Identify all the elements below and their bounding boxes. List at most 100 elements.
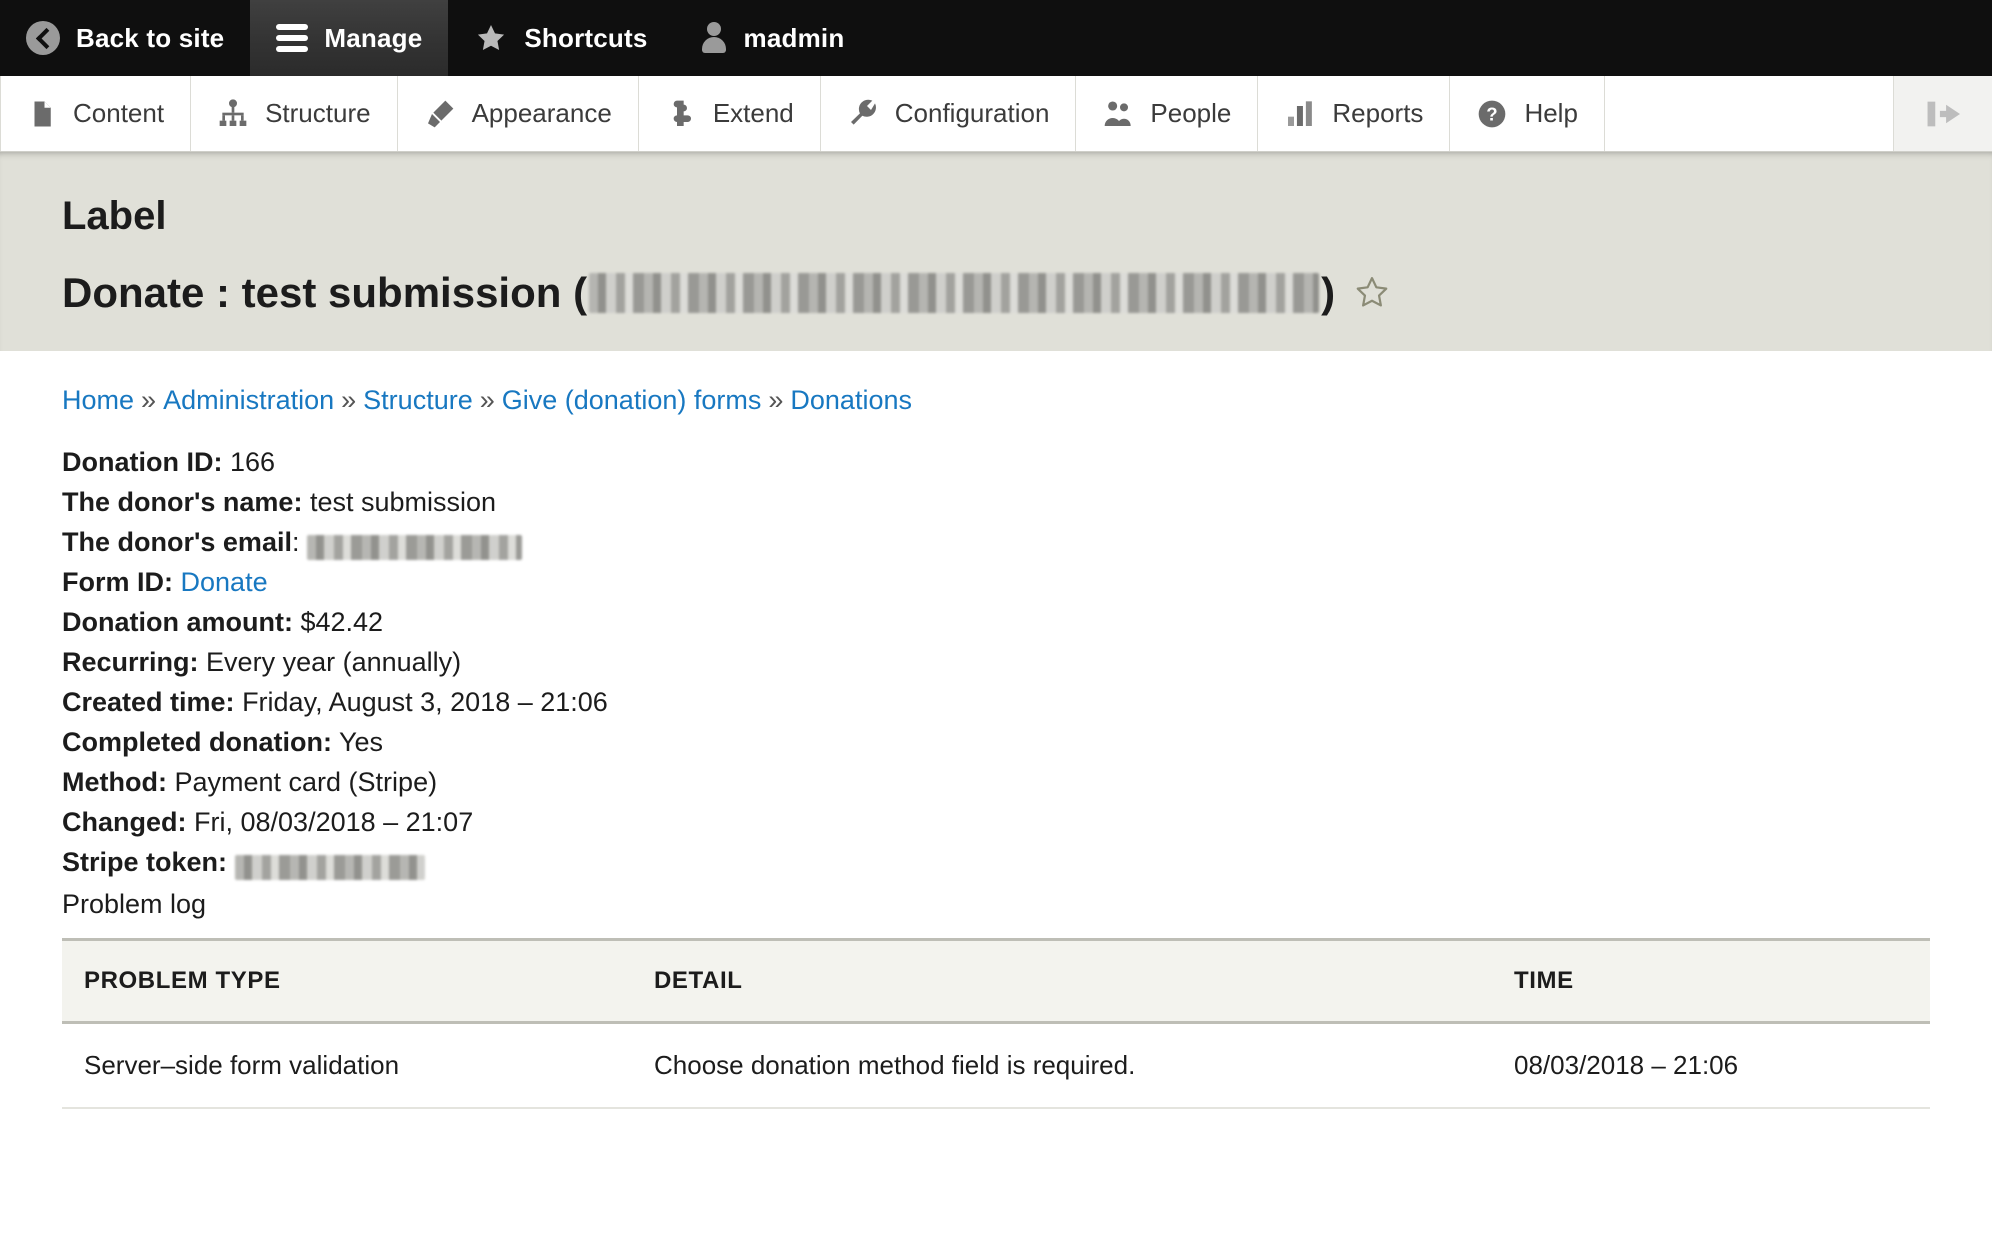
menu-item-label: Help [1524, 98, 1577, 129]
toolbar-item-shortcuts[interactable]: Shortcuts [448, 0, 673, 76]
menu-item-label: Appearance [472, 98, 612, 129]
field-value: test submission [310, 487, 496, 517]
field-value: Every year (annually) [206, 647, 461, 677]
page-title-prefix: Donate : test submission ( [62, 269, 587, 317]
menu-item-label: Structure [265, 98, 371, 129]
svg-text:?: ? [1487, 103, 1498, 124]
redacted-donor-email [307, 535, 522, 560]
menu-item-label: People [1150, 98, 1231, 129]
redacted-stripe-token [235, 855, 425, 880]
menu-item-label: Configuration [895, 98, 1050, 129]
field-value: Friday, August 3, 2018 – 21:06 [242, 687, 608, 717]
menu-filler [1605, 76, 1894, 151]
document-icon [27, 98, 57, 130]
field-donation-amount: Donation amount: $42.42 [62, 602, 1930, 642]
field-value: 166 [230, 447, 275, 477]
toolbar-item-label: Back to site [76, 23, 224, 54]
field-created-time: Created time: Friday, August 3, 2018 – 2… [62, 682, 1930, 722]
breadcrumb-item-donations[interactable]: Donations [790, 385, 912, 415]
field-changed: Changed: Fri, 08/03/2018 – 21:07 [62, 802, 1930, 842]
question-mark-icon: ? [1476, 98, 1508, 130]
toolbar-item-label: Shortcuts [524, 23, 647, 54]
field-label: Recurring: [62, 647, 199, 677]
table-row: Server–side form validation Choose donat… [62, 1023, 1930, 1109]
collapse-toolbar-icon [1921, 97, 1965, 131]
admin-toolbar: Back to site Manage Shortcuts madmin [0, 0, 1992, 76]
star-icon [474, 22, 508, 55]
breadcrumb-item-give-donation-forms[interactable]: Give (donation) forms [502, 385, 762, 415]
field-value: Payment card (Stripe) [174, 767, 437, 797]
collapse-toolbar-button[interactable] [1894, 76, 1992, 151]
field-value: Fri, 08/03/2018 – 21:07 [194, 807, 473, 837]
field-stripe-token: Stripe token: [62, 842, 1930, 882]
toolbar-item-back-to-site[interactable]: Back to site [0, 0, 250, 76]
field-value: Yes [339, 727, 383, 757]
page-content: Home»Administration»Structure»Give (dona… [0, 351, 1992, 1109]
field-form-id: Form ID: Donate [62, 562, 1930, 602]
redacted-email-title [589, 273, 1319, 313]
puzzle-piece-icon [665, 98, 697, 130]
page-title: Donate : test submission ( ) [62, 269, 1335, 317]
menu-item-people[interactable]: People [1076, 76, 1258, 151]
problem-log-table: PROBLEM TYPE DETAIL TIME Server–side for… [62, 938, 1930, 1109]
menu-item-extend[interactable]: Extend [639, 76, 821, 151]
field-label: Created time: [62, 687, 235, 717]
field-value: Donate [181, 567, 268, 597]
field-label: Method: [62, 767, 167, 797]
back-circle-icon [26, 21, 60, 55]
field-label: Donation amount: [62, 607, 293, 637]
menu-item-label: Content [73, 98, 164, 129]
field-method: Method: Payment card (Stripe) [62, 762, 1930, 802]
breadcrumb-separator: » [480, 385, 495, 415]
breadcrumb-separator: » [768, 385, 783, 415]
toolbar-item-label: Manage [324, 23, 422, 54]
breadcrumb: Home»Administration»Structure»Give (dona… [62, 385, 1930, 416]
field-label: The donor's name: [62, 487, 302, 517]
admin-menu-bar: Content Structure Appearance [0, 76, 1992, 152]
page-header-band: Label Donate : test submission ( ) [0, 152, 1992, 351]
page-title-row: Donate : test submission ( ) [62, 269, 1992, 317]
field-recurring: Recurring: Every year (annually) [62, 642, 1930, 682]
menu-item-appearance[interactable]: Appearance [398, 76, 639, 151]
field-label: Stripe token: [62, 847, 227, 877]
breadcrumb-item-structure[interactable]: Structure [363, 385, 473, 415]
column-header-time: TIME [1492, 940, 1930, 1023]
menu-item-reports[interactable]: Reports [1258, 76, 1450, 151]
field-label: Completed donation: [62, 727, 332, 757]
paintbrush-icon [424, 98, 456, 130]
star-outline-icon[interactable] [1353, 274, 1391, 312]
breadcrumb-item-administration[interactable]: Administration [163, 385, 334, 415]
column-header-detail: DETAIL [632, 940, 1492, 1023]
field-donation-id: Donation ID: 166 [62, 442, 1930, 482]
menu-item-label: Reports [1332, 98, 1423, 129]
people-icon [1102, 98, 1134, 130]
field-label: Changed: [62, 807, 187, 837]
person-icon [700, 22, 728, 54]
cell-problem-type: Server–side form validation [62, 1023, 632, 1109]
field-completed-donation: Completed donation: Yes [62, 722, 1930, 762]
field-colon: : [292, 527, 300, 557]
breadcrumb-separator: » [141, 385, 156, 415]
form-id-link[interactable]: Donate [181, 567, 268, 597]
menu-item-configuration[interactable]: Configuration [821, 76, 1077, 151]
label-heading: Label [62, 194, 1992, 239]
problem-log-section-label: Problem log [62, 884, 1930, 924]
menu-item-content[interactable]: Content [0, 76, 191, 151]
bar-chart-icon [1284, 98, 1316, 130]
table-header-row: PROBLEM TYPE DETAIL TIME [62, 940, 1930, 1023]
cell-time: 08/03/2018 – 21:06 [1492, 1023, 1930, 1109]
cell-detail: Choose donation method field is required… [632, 1023, 1492, 1109]
menu-item-label: Extend [713, 98, 794, 129]
column-header-problem-type: PROBLEM TYPE [62, 940, 632, 1023]
toolbar-item-label: madmin [744, 23, 845, 54]
hamburger-icon [276, 24, 308, 52]
toolbar-item-manage[interactable]: Manage [250, 0, 448, 76]
field-donor-name: The donor's name: test submission [62, 482, 1930, 522]
field-donor-email: The donor's email: [62, 522, 1930, 562]
field-label: The donor's email [62, 527, 292, 557]
menu-item-structure[interactable]: Structure [191, 76, 398, 151]
page-title-suffix: ) [1321, 269, 1335, 317]
menu-item-help[interactable]: ? Help [1450, 76, 1604, 151]
breadcrumb-item-home[interactable]: Home [62, 385, 134, 415]
toolbar-item-user-madmin[interactable]: madmin [674, 0, 871, 76]
